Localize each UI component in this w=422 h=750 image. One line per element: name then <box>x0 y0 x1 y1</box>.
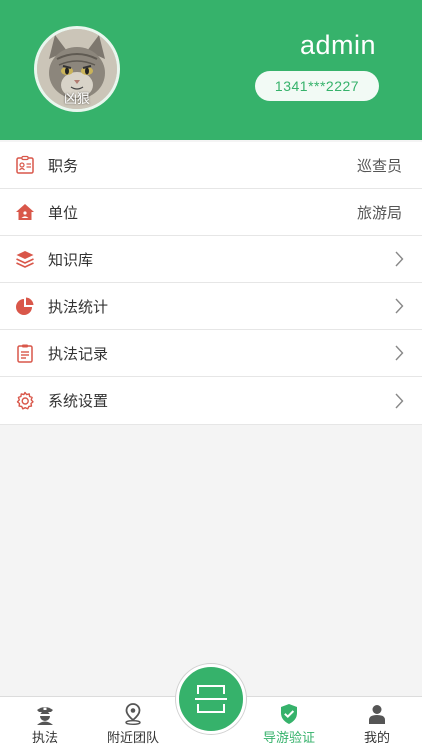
tab-nearby-teams[interactable]: 附近团队 <box>102 697 164 750</box>
id-card-icon <box>16 155 34 174</box>
tab-label-enforcement: 执法 <box>31 731 58 746</box>
tab-label-nearby-teams: 附近团队 <box>106 731 159 746</box>
avatar-caption: 凶狠 <box>63 92 90 107</box>
menu-label-position: 职务 <box>48 156 79 175</box>
menu-label-system-settings: 系统设置 <box>48 392 109 410</box>
layers-icon <box>16 251 34 268</box>
home-icon <box>16 204 34 220</box>
gear-icon <box>16 391 34 409</box>
menu-value-unit: 旅游局 <box>356 203 402 222</box>
phone-number-badge: 1341***2227 <box>255 71 379 101</box>
shield-check-icon <box>281 704 297 724</box>
profile-header: 凶狠 admin 1341***2227 <box>0 0 422 140</box>
menu-value-position: 巡查员 <box>356 156 402 175</box>
avatar[interactable]: 凶狠 <box>34 26 120 112</box>
profile-menu-list: 职务 巡查员 单位 旅游局 知识库 执法统计 执法记录 系统设置 <box>0 142 422 425</box>
chevron-right-icon <box>395 393 404 408</box>
tab-mine[interactable]: 我的 <box>346 697 408 750</box>
scan-icon <box>195 685 227 713</box>
username: admin <box>299 30 376 60</box>
tab-label-guide-verification: 导游验证 <box>262 731 315 746</box>
officer-icon <box>37 707 53 725</box>
menu-label-enforcement-records: 执法记录 <box>48 344 109 363</box>
menu-item-position[interactable]: 职务 巡查员 <box>0 142 422 189</box>
chevron-right-icon <box>395 345 404 361</box>
tab-label-mine: 我的 <box>363 731 390 746</box>
chevron-right-icon <box>395 298 404 314</box>
tab-enforcement[interactable]: 执法 <box>14 697 76 750</box>
user-icon <box>369 705 385 724</box>
menu-label-enforcement-stats: 执法统计 <box>48 297 109 316</box>
menu-item-system-settings[interactable]: 系统设置 <box>0 377 422 425</box>
menu-item-knowledge-base[interactable]: 知识库 <box>0 236 422 283</box>
menu-label-knowledge-base: 知识库 <box>48 250 94 269</box>
menu-item-enforcement-stats[interactable]: 执法统计 <box>0 283 422 330</box>
menu-label-unit: 单位 <box>48 203 79 222</box>
tab-guide-verification[interactable]: 导游验证 <box>256 697 322 750</box>
map-pin-icon <box>125 703 141 725</box>
pie-chart-icon <box>16 297 34 315</box>
menu-item-enforcement-records[interactable]: 执法记录 <box>0 330 422 377</box>
menu-item-unit[interactable]: 单位 旅游局 <box>0 189 422 236</box>
chevron-right-icon <box>395 251 404 267</box>
clipboard-icon <box>17 344 33 363</box>
scan-button[interactable] <box>176 664 246 734</box>
